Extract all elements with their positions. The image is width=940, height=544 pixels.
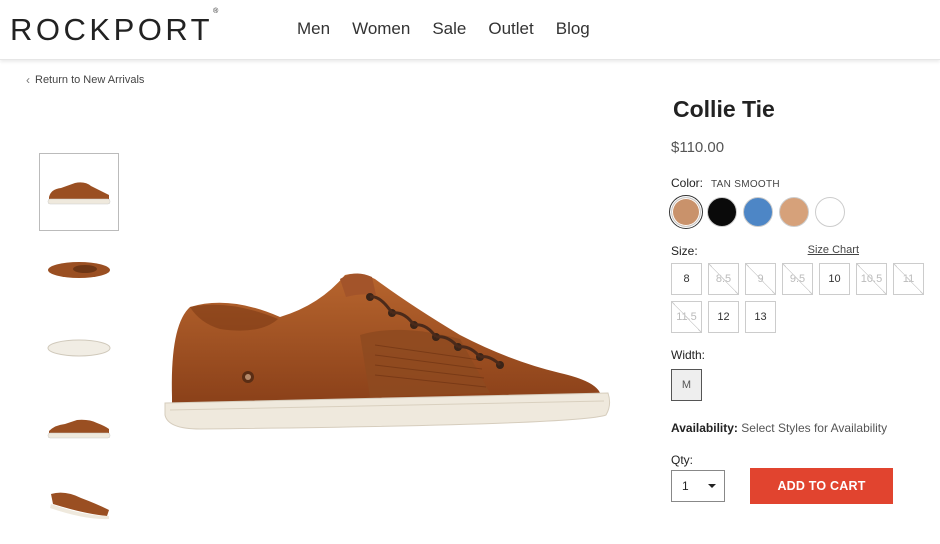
registered-mark: ® (213, 7, 219, 15)
size-option[interactable]: 10 (819, 263, 850, 295)
product-title: Collie Tie (673, 96, 775, 122)
size-option: 11.5 (671, 301, 702, 333)
thumbnail-gallery (39, 153, 119, 543)
color-value: TAN SMOOTH (711, 179, 780, 190)
logo-text: ROCKPORT (10, 12, 214, 47)
shoe-main-image (164, 273, 611, 430)
nav-women[interactable]: Women (352, 19, 410, 39)
thumbnail-sole-view[interactable] (39, 309, 119, 387)
size-header: Size: Size Chart (671, 244, 859, 258)
thumbnail-top-view[interactable] (39, 231, 119, 309)
caret-down-icon (708, 484, 716, 488)
color-row: Color: TAN SMOOTH (671, 176, 780, 190)
site-header: ROCKPORT® Men Women Sale Outlet Blog (0, 0, 940, 60)
product-price: $110.00 (671, 139, 725, 156)
size-option: 11 (893, 263, 924, 295)
size-label: Size: (671, 244, 698, 258)
color-swatches (669, 195, 845, 229)
availability-row: Availability: Select Styles for Availabi… (671, 421, 887, 435)
size-grid: 8 8.5 9 9.5 10 10.5 11 11.5 12 13 (671, 263, 933, 333)
qty-select[interactable]: 1 (671, 470, 725, 502)
main-nav: Men Women Sale Outlet Blog (297, 19, 590, 39)
qty-value: 1 (682, 479, 689, 493)
size-option: 9.5 (782, 263, 813, 295)
shoe-inner-thumb-image (47, 419, 111, 439)
nav-sale[interactable]: Sale (432, 19, 466, 39)
qty-label: Qty: (671, 453, 694, 467)
swatch-black[interactable] (707, 197, 737, 227)
width-label: Width: (671, 348, 706, 362)
swatch-white[interactable] (815, 197, 845, 227)
size-option[interactable]: 8 (671, 263, 702, 295)
shoe-sole-thumb-image (47, 339, 111, 357)
swatch-blue[interactable] (743, 197, 773, 227)
shoe-top-thumb-image (48, 262, 110, 278)
color-label: Color: (671, 176, 704, 190)
nav-outlet[interactable]: Outlet (488, 19, 533, 39)
thumbnail-inner-side-view[interactable] (39, 387, 119, 465)
nav-men[interactable]: Men (297, 19, 330, 39)
add-to-cart-button[interactable]: ADD TO CART (750, 468, 893, 504)
thumbnail-side-view[interactable] (39, 153, 119, 231)
rockport-logo[interactable]: ROCKPORT® (10, 8, 218, 48)
swatch-tan[interactable] (669, 195, 703, 229)
width-option-m[interactable]: M (671, 369, 702, 401)
size-option: 10.5 (856, 263, 887, 295)
nav-blog[interactable]: Blog (556, 19, 590, 39)
size-option: 9 (745, 263, 776, 295)
size-option: 8.5 (708, 263, 739, 295)
back-link[interactable]: ‹ Return to New Arrivals (26, 73, 144, 87)
availability-text: Select Styles for Availability (741, 421, 888, 435)
main-product-image[interactable] (160, 265, 615, 460)
size-option[interactable]: 12 (708, 301, 739, 333)
availability-label: Availability: (671, 421, 738, 435)
size-chart-link[interactable]: Size Chart (808, 244, 859, 258)
chevron-left-icon: ‹ (26, 73, 30, 87)
thumbnail-angle-view[interactable] (39, 465, 119, 543)
shoe-angle-thumb-image (50, 492, 109, 520)
shoe-side-thumb-image (47, 182, 111, 205)
swatch-tan-light[interactable] (779, 197, 809, 227)
size-option[interactable]: 13 (745, 301, 776, 333)
back-link-label: Return to New Arrivals (35, 74, 145, 86)
